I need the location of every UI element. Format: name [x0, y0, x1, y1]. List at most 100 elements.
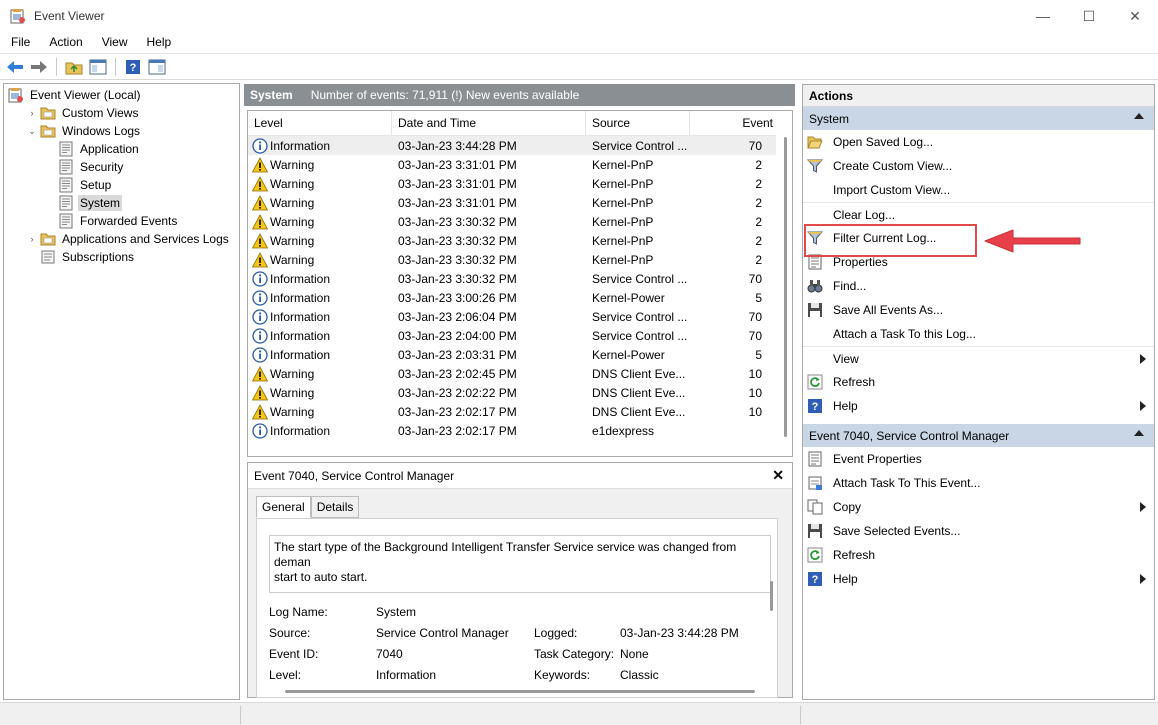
help-icon: ?	[807, 398, 823, 414]
table-row[interactable]: Warning 03-Jan-23 2:02:45 PM DNS Client Ev…	[248, 364, 792, 383]
table-row[interactable]: Information 03-Jan-23 3:44:28 PM Service C…	[248, 136, 792, 155]
level-text: Warning	[270, 404, 315, 419]
event-detail-header: Event 7040, Service Control Manager ✕	[248, 463, 792, 489]
maximize-button[interactable]: ☐	[1066, 0, 1112, 32]
back-button[interactable]	[4, 56, 26, 78]
help-toolbar-button[interactable]: ?	[122, 56, 144, 78]
column-event-id[interactable]: Event	[690, 111, 778, 135]
table-row[interactable]: Information 03-Jan-23 2:02:17 PM e1dexpres…	[248, 421, 792, 440]
tree-item-windows-logs[interactable]: ⌄ Windows Logs	[4, 122, 239, 140]
collapse-up-icon[interactable]	[1134, 430, 1144, 436]
action-help[interactable]: ? Help	[803, 394, 1154, 418]
cell-event-id: 70	[748, 138, 762, 153]
cell-date: 03-Jan-23 3:30:32 PM	[398, 252, 517, 267]
close-button[interactable]: ✕	[1112, 0, 1158, 32]
table-row[interactable]: Warning 03-Jan-23 3:31:01 PM Kernel-PnP 2	[248, 174, 792, 193]
up-folder-button[interactable]	[63, 56, 85, 78]
event-actions-list: Event Properties Attach Task To This Even…	[803, 447, 1154, 591]
console-tree-icon	[89, 59, 107, 74]
close-detail-icon[interactable]: ✕	[772, 467, 784, 484]
table-row[interactable]: Information 03-Jan-23 3:30:32 PM Service C…	[248, 269, 792, 288]
cell-event-id: 5	[755, 347, 762, 362]
detail-horizontal-scrollbar[interactable]	[285, 690, 755, 693]
action-open-saved-log[interactable]: Open Saved Log...	[803, 130, 1154, 154]
level-text: Information	[270, 423, 331, 438]
action-attach-a-task-to-this-log[interactable]: Attach a Task To this Log...	[803, 322, 1154, 346]
cell-date: 03-Jan-23 3:30:32 PM	[398, 271, 517, 286]
table-row[interactable]: Warning 03-Jan-23 3:31:01 PM Kernel-PnP 2	[248, 155, 792, 174]
minimize-button[interactable]: —	[1020, 0, 1066, 32]
actions-section-event[interactable]: Event 7040, Service Control Manager	[803, 424, 1154, 447]
tree-item-security[interactable]: Security	[4, 158, 239, 176]
column-date-and-time[interactable]: Date and Time	[392, 111, 586, 135]
table-row[interactable]: Information 03-Jan-23 2:06:04 PM Service C…	[248, 307, 792, 326]
action-help[interactable]: ? Help	[803, 567, 1154, 591]
table-row[interactable]: Warning 03-Jan-23 2:02:22 PM DNS Client Ev…	[248, 383, 792, 402]
svg-text:?: ?	[812, 574, 819, 586]
tree-item-forwarded-events[interactable]: Forwarded Events	[4, 212, 239, 230]
tab-general[interactable]: General	[256, 496, 311, 518]
description-scrollbar[interactable]	[770, 581, 773, 611]
show-hide-action-pane-button[interactable]	[146, 56, 168, 78]
table-row[interactable]: Information 03-Jan-23 3:00:26 PM Kernel-Po…	[248, 288, 792, 307]
cell-event-id: 2	[755, 176, 762, 191]
tab-details[interactable]: Details	[310, 496, 360, 518]
action-save-all-events-as[interactable]: Save All Events As...	[803, 298, 1154, 322]
event-description[interactable]: The start type of the Background Intelli…	[269, 535, 771, 593]
table-row[interactable]: Information 03-Jan-23 2:03:31 PM Kernel-Po…	[248, 345, 792, 364]
tree-item-setup[interactable]: Setup	[4, 176, 239, 194]
column-level[interactable]: Level	[248, 111, 392, 135]
action-save-selected-events[interactable]: Save Selected Events...	[803, 519, 1154, 543]
cell-event-id: 5	[755, 290, 762, 305]
menu-view[interactable]: View	[91, 35, 136, 49]
action-label: Attach Task To This Event...	[833, 476, 981, 490]
tree-item-event-viewer-local[interactable]: Event Viewer (Local)	[4, 86, 239, 104]
actions-section-system[interactable]: System	[803, 107, 1154, 130]
action-clear-log[interactable]: Clear Log...	[803, 202, 1154, 226]
level-label: Level:	[269, 668, 302, 682]
action-find[interactable]: Find...	[803, 274, 1154, 298]
tree-item-application[interactable]: Application	[4, 140, 239, 158]
column-source[interactable]: Source	[586, 111, 690, 135]
tree-item-subscriptions[interactable]: Subscriptions	[4, 248, 239, 266]
event-list-scrollbar[interactable]	[776, 111, 792, 456]
collapse-up-icon[interactable]	[1134, 113, 1144, 119]
actions-pane: Actions System Open Saved Log... Create C…	[802, 84, 1155, 700]
tree-item-custom-views[interactable]: › Custom Views	[4, 104, 239, 122]
table-row[interactable]: Warning 03-Jan-23 3:30:32 PM Kernel-PnP 2	[248, 231, 792, 250]
warning-icon	[251, 365, 269, 382]
action-import-custom-view[interactable]: Import Custom View...	[803, 178, 1154, 202]
collapsed-chevron-icon[interactable]: ›	[26, 233, 38, 245]
forward-button[interactable]	[28, 56, 50, 78]
description-line: The start type of the Background Intelli…	[274, 540, 737, 569]
cell-date: 03-Jan-23 3:00:26 PM	[398, 290, 517, 305]
log-icon	[58, 141, 74, 157]
action-label: Properties	[833, 255, 888, 269]
cell-level: Warning	[248, 232, 392, 249]
action-attach-task-to-this-event[interactable]: Attach Task To This Event...	[803, 471, 1154, 495]
tree-item-applications-and-services-logs[interactable]: › Applications and Services Logs	[4, 230, 239, 248]
scrollbar-thumb[interactable]	[784, 137, 787, 437]
table-row[interactable]: Warning 03-Jan-23 3:30:32 PM Kernel-PnP 2	[248, 250, 792, 269]
table-row[interactable]: Warning 03-Jan-23 3:31:01 PM Kernel-PnP 2	[248, 193, 792, 212]
cell-level: Warning	[248, 403, 392, 420]
collapsed-chevron-icon[interactable]: ›	[26, 107, 38, 119]
menu-help[interactable]: Help	[136, 35, 180, 49]
table-row[interactable]: Information 03-Jan-23 2:04:00 PM Service C…	[248, 326, 792, 345]
menu-file[interactable]: File	[0, 35, 38, 49]
cell-source: Kernel-PnP	[592, 252, 654, 267]
tree-item-system[interactable]: System	[4, 194, 239, 212]
table-row[interactable]: Warning 03-Jan-23 2:02:17 PM DNS Client Ev…	[248, 402, 792, 421]
cell-level: Warning	[248, 365, 392, 382]
action-copy[interactable]: Copy	[803, 495, 1154, 519]
menu-action[interactable]: Action	[38, 35, 90, 49]
action-refresh[interactable]: Refresh	[803, 543, 1154, 567]
show-hide-tree-button[interactable]	[87, 56, 109, 78]
action-refresh[interactable]: Refresh	[803, 370, 1154, 394]
action-view[interactable]: View	[803, 346, 1154, 370]
tree-item-label: Windows Logs	[62, 124, 141, 138]
table-row[interactable]: Warning 03-Jan-23 3:30:32 PM Kernel-PnP 2	[248, 212, 792, 231]
expanded-chevron-icon[interactable]: ⌄	[26, 125, 38, 137]
action-create-custom-view[interactable]: Create Custom View...	[803, 154, 1154, 178]
action-event-properties[interactable]: Event Properties	[803, 447, 1154, 471]
